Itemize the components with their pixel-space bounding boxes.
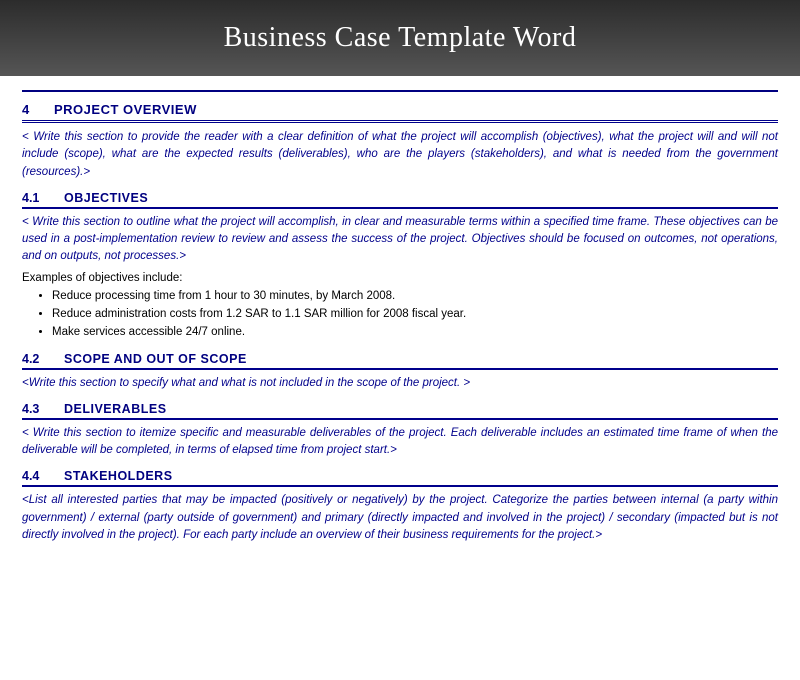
section-42-heading: 4.2 SCOPE AND OUT OF SCOPE bbox=[22, 352, 778, 370]
section-4-title: PROJECT OVERVIEW bbox=[54, 102, 197, 117]
section-43-description: < Write this section to itemize specific… bbox=[22, 425, 778, 460]
section-4-heading: 4 PROJECT OVERVIEW bbox=[22, 102, 778, 123]
objectives-list: Reduce processing time from 1 hour to 30… bbox=[52, 287, 778, 342]
page-title: Business Case Template Word bbox=[20, 22, 780, 54]
section-4-description: < Write this section to provide the read… bbox=[22, 129, 778, 181]
list-item: Reduce processing time from 1 hour to 30… bbox=[52, 287, 778, 305]
top-border bbox=[22, 90, 778, 92]
main-content: 4 PROJECT OVERVIEW < Write this section … bbox=[0, 76, 800, 564]
section-43-title: DELIVERABLES bbox=[64, 402, 167, 416]
section-43-heading: 4.3 DELIVERABLES bbox=[22, 402, 778, 420]
section-43-number: 4.3 bbox=[22, 402, 50, 416]
section-44-heading: 4.4 STAKEHOLDERS bbox=[22, 469, 778, 487]
list-item: Reduce administration costs from 1.2 SAR… bbox=[52, 305, 778, 323]
section-41-description: < Write this section to outline what the… bbox=[22, 214, 778, 266]
section-44-title: STAKEHOLDERS bbox=[64, 469, 173, 483]
section-42-number: 4.2 bbox=[22, 352, 50, 366]
section-42-description: <Write this section to specify what and … bbox=[22, 375, 778, 392]
section-4-number: 4 bbox=[22, 102, 40, 117]
section-41-number: 4.1 bbox=[22, 191, 50, 205]
section-42-title: SCOPE AND OUT OF SCOPE bbox=[64, 352, 247, 366]
page-header: Business Case Template Word bbox=[0, 0, 800, 76]
section-44-description: <List all interested parties that may be… bbox=[22, 492, 778, 544]
list-item: Make services accessible 24/7 online. bbox=[52, 323, 778, 341]
section-41-heading: 4.1 OBJECTIVES bbox=[22, 191, 778, 209]
examples-label: Examples of objectives include: bbox=[22, 272, 778, 284]
section-41-title: OBJECTIVES bbox=[64, 191, 148, 205]
section-44-number: 4.4 bbox=[22, 469, 50, 483]
